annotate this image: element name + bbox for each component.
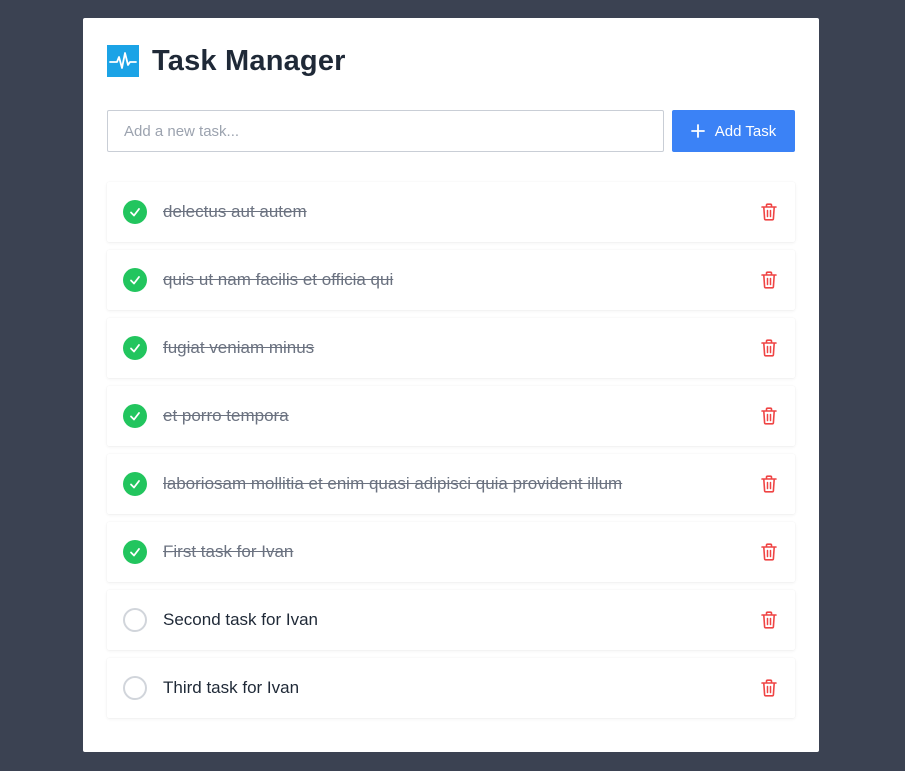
delete-task-button[interactable] [759,270,779,290]
task-text: laboriosam mollitia et enim quasi adipis… [163,474,623,493]
task-text: Third task for Ivan [163,678,300,697]
task-checkbox-checked[interactable] [123,540,147,564]
task-checkbox-unchecked[interactable] [123,608,147,632]
task-text: First task for Ivan [163,542,294,561]
checkmark-icon [128,477,142,491]
add-task-form: Add Task [107,110,795,152]
trash-icon [761,407,777,425]
task-item: fugiat veniam minus [107,318,795,378]
task-checkbox-checked[interactable] [123,472,147,496]
task-checkbox-checked[interactable] [123,336,147,360]
task-item: quis ut nam facilis et officia qui [107,250,795,310]
task-item: Third task for Ivan [107,658,795,718]
task-item: First task for Ivan [107,522,795,582]
task-text: delectus aut autem [163,202,307,221]
delete-task-button[interactable] [759,406,779,426]
trash-icon [761,271,777,289]
activity-pulse-icon [107,45,139,77]
header: Task Manager [107,44,346,78]
trash-icon [761,679,777,697]
task-text: Second task for Ivan [163,610,318,629]
add-task-button[interactable]: Add Task [672,110,795,152]
trash-icon [761,339,777,357]
delete-task-button[interactable] [759,542,779,562]
delete-task-button[interactable] [759,338,779,358]
checkmark-icon [128,341,142,355]
plus-icon [690,124,705,138]
page-title: Task Manager [152,44,346,77]
task-manager-card: Task Manager Add Task delectus aut autem… [83,18,819,752]
trash-icon [761,203,777,221]
task-checkbox-checked[interactable] [123,404,147,428]
checkmark-icon [128,205,142,219]
task-text: quis ut nam facilis et officia qui [163,270,394,289]
trash-icon [761,611,777,629]
delete-task-button[interactable] [759,678,779,698]
delete-task-button[interactable] [759,610,779,630]
new-task-input[interactable] [107,110,664,152]
trash-icon [761,543,777,561]
task-checkbox-checked[interactable] [123,268,147,292]
delete-task-button[interactable] [759,202,779,222]
checkmark-icon [128,545,142,559]
task-item: laboriosam mollitia et enim quasi adipis… [107,454,795,514]
task-text: et porro tempora [163,406,289,425]
task-text: fugiat veniam minus [163,338,315,357]
add-task-button-label: Add Task [714,122,777,140]
checkmark-icon [128,409,142,423]
trash-icon [761,475,777,493]
delete-task-button[interactable] [759,474,779,494]
task-item: delectus aut autem [107,182,795,242]
task-checkbox-unchecked[interactable] [123,676,147,700]
task-list: delectus aut autem quis ut nam facilis et… [107,182,795,726]
task-item: et porro tempora [107,386,795,446]
checkmark-icon [128,273,142,287]
task-checkbox-checked[interactable] [123,200,147,224]
task-item: Second task for Ivan [107,590,795,650]
